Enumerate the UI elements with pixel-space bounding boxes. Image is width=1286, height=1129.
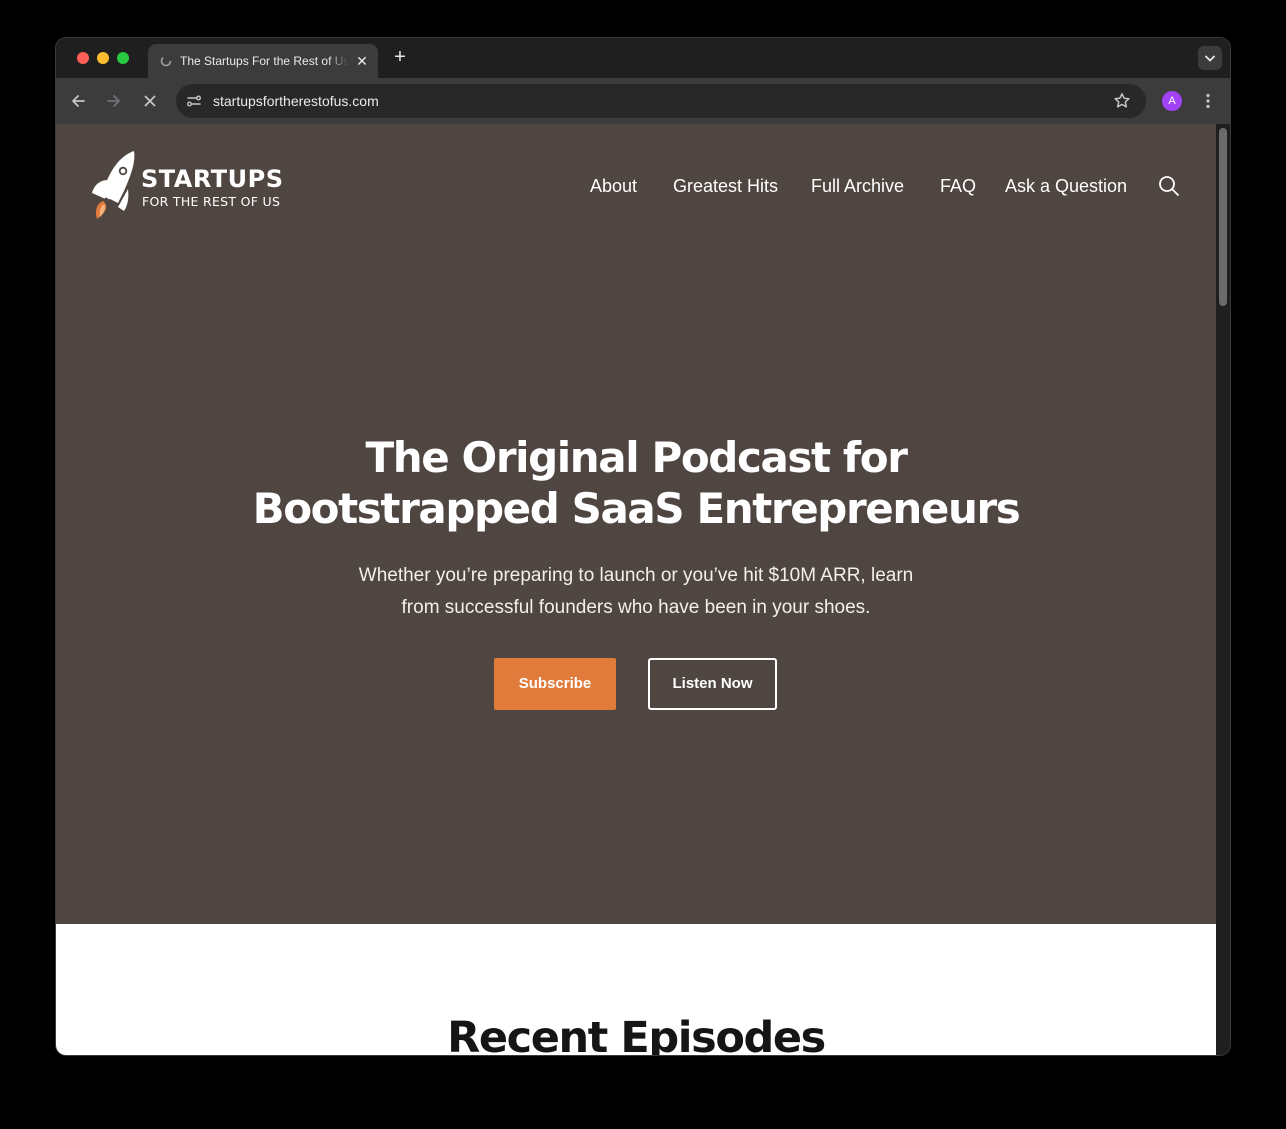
recent-episodes-heading: Recent Episodes <box>447 1013 826 1055</box>
maximize-window-button[interactable] <box>117 52 129 64</box>
hero-subtitle-line-1: Whether you’re preparing to launch or yo… <box>358 565 914 586</box>
tab-title: The Startups For the Rest of Us <box>180 54 348 68</box>
loading-favicon-icon <box>160 55 172 67</box>
new-tab-button[interactable]: + <box>390 47 410 67</box>
stop-loading-icon <box>144 95 156 107</box>
hero-subtitle: Whether you’re preparing to launch or yo… <box>306 560 966 624</box>
hero-title-line-2: Bootstrapped SaaS Entrepreneurs <box>252 484 1021 533</box>
browser-tab[interactable]: The Startups For the Rest of Us ✕ <box>148 44 378 78</box>
main-navigation: About Greatest Hits Full Archive FAQ Ask… <box>56 174 1216 198</box>
tab-strip: The Startups For the Rest of Us ✕ + <box>56 38 1230 78</box>
minimize-window-button[interactable] <box>97 52 109 64</box>
nav-greatest-hits[interactable]: Greatest Hits <box>673 174 778 198</box>
profile-avatar[interactable]: A <box>1162 91 1182 111</box>
nav-about[interactable]: About <box>590 174 637 198</box>
nav-full-archive[interactable]: Full Archive <box>811 174 904 198</box>
browser-toolbar: startupsfortherestofus.com A <box>56 78 1230 124</box>
forward-button[interactable] <box>102 89 126 113</box>
more-menu-icon <box>1206 93 1210 109</box>
page-scrollbar[interactable] <box>1216 124 1230 1055</box>
site-settings-icon[interactable] <box>185 92 203 110</box>
close-window-button[interactable] <box>77 52 89 64</box>
tab-close-icon[interactable]: ✕ <box>354 53 370 69</box>
tab-search-button[interactable] <box>1198 46 1222 70</box>
back-arrow-icon <box>72 95 85 107</box>
nav-faq[interactable]: FAQ <box>940 174 976 198</box>
search-icon[interactable] <box>1158 175 1180 197</box>
nav-ask-a-question[interactable]: Ask a Question <box>1005 174 1127 198</box>
tab-search-chevron-icon <box>1205 55 1215 62</box>
hero-wave-divider <box>56 824 1216 906</box>
bookmark-star-icon[interactable] <box>1112 91 1132 111</box>
browser-menu-button[interactable] <box>1196 89 1220 113</box>
browser-window: The Startups For the Rest of Us ✕ + star… <box>56 38 1230 1055</box>
forward-arrow-icon <box>107 95 120 107</box>
hero-subtitle-line-2: from successful founders who have been i… <box>401 597 871 618</box>
address-bar[interactable]: startupsfortherestofus.com <box>176 84 1146 118</box>
subscribe-button[interactable]: Subscribe <box>494 658 616 710</box>
listen-now-button[interactable]: Listen Now <box>648 658 777 710</box>
hero-title-line-1: The Original Podcast for <box>365 433 907 482</box>
back-button[interactable] <box>66 89 90 113</box>
page-viewport: STARTUPS FOR THE REST OF US About Greate… <box>56 124 1216 1055</box>
scrollbar-thumb[interactable] <box>1219 128 1227 306</box>
url-text[interactable]: startupsfortherestofus.com <box>213 93 379 109</box>
stop-loading-button[interactable] <box>138 89 162 113</box>
hero-title: The Original Podcast for Bootstrapped Sa… <box>186 432 1086 534</box>
